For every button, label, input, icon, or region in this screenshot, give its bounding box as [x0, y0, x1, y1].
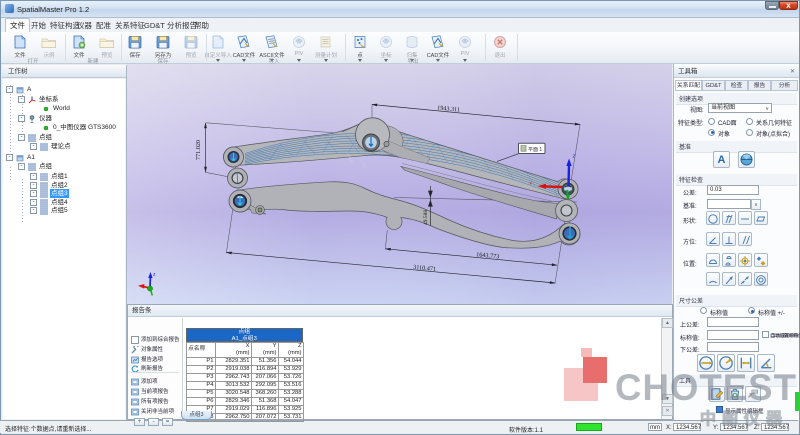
svg-text:z: z — [573, 154, 576, 160]
svg-text:49.588: 49.588 — [423, 210, 429, 225]
svg-text:771.020: 771.020 — [195, 140, 202, 160]
svg-text:平面 1: 平面 1 — [528, 147, 542, 153]
